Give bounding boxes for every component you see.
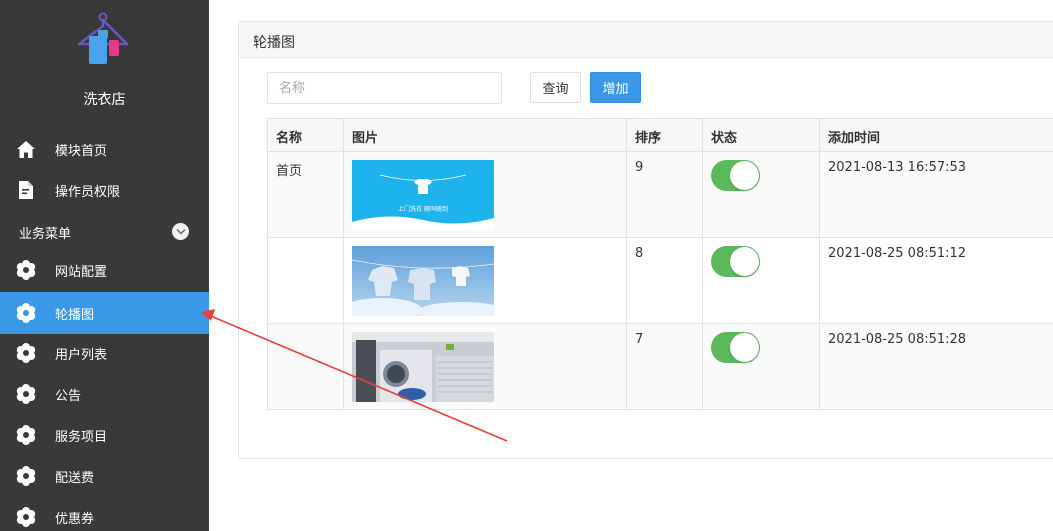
sidebar-item-carousel[interactable]: 轮播图 xyxy=(0,292,209,334)
document-edit-icon xyxy=(16,180,36,200)
cell-sort: 8 xyxy=(626,237,703,324)
gear-icon xyxy=(16,466,36,486)
page-title: 轮播图 xyxy=(253,35,295,51)
sidebar-item-delivery-fee[interactable]: 配送费 xyxy=(0,456,209,496)
gear-icon xyxy=(16,343,36,363)
sidebar-item-user-list[interactable]: 用户列表 xyxy=(0,333,209,373)
cell-added-time: 2021-08-13 16:57:53 xyxy=(819,151,1053,238)
cell-sort: 7 xyxy=(626,323,703,410)
toggle-knob xyxy=(730,161,759,190)
column-header-added-time: 添加时间 xyxy=(819,118,1053,152)
gear-icon xyxy=(16,260,36,280)
sidebar-item-label: 轮播图 xyxy=(55,307,95,323)
cell-name xyxy=(267,237,344,324)
sidebar-group-business-menu[interactable]: 业务菜单 xyxy=(0,216,209,246)
gear-icon xyxy=(16,384,36,404)
cell-image xyxy=(343,323,627,410)
cell-image: 上门洗衣 随叫随到 xyxy=(343,151,627,238)
sidebar-item-announcement[interactable]: 公告 xyxy=(0,374,209,414)
gear-icon xyxy=(16,303,36,323)
status-toggle[interactable] xyxy=(711,332,760,363)
gear-icon xyxy=(16,425,36,445)
sidebar-item-module-home[interactable]: 模块首页 xyxy=(0,129,209,169)
panel-header: 轮播图 xyxy=(239,22,1053,58)
carousel-table: 名称 图片 排序 状态 添加时间 首页 上门洗衣 随叫随到 9 2021-08-… xyxy=(267,118,1053,410)
sidebar: 洗衣店 模块首页 操作员权限 业务菜单 网站配置 轮播图 用户列表 公告 服务项… xyxy=(0,0,209,531)
sidebar-item-label: 模块首页 xyxy=(55,143,108,159)
cell-name xyxy=(267,323,344,410)
cell-image xyxy=(343,237,627,324)
sidebar-item-label: 配送费 xyxy=(55,470,95,486)
table-row[interactable]: 7 2021-08-25 08:51:28 xyxy=(267,323,1053,410)
column-header-status: 状态 xyxy=(702,118,820,152)
sidebar-item-label: 优惠券 xyxy=(55,511,95,527)
home-icon xyxy=(16,139,36,159)
sidebar-item-label: 公告 xyxy=(55,388,82,404)
cell-status xyxy=(702,151,820,238)
add-button[interactable]: 增加 xyxy=(590,72,641,103)
table-row[interactable]: 8 2021-08-25 08:51:12 xyxy=(267,237,1053,324)
column-header-image: 图片 xyxy=(343,118,627,152)
table-header-row: 名称 图片 排序 状态 添加时间 xyxy=(267,118,1053,152)
sidebar-item-label: 服务项目 xyxy=(55,429,108,445)
thumbnail-caption: 上门洗衣 随叫随到 xyxy=(398,205,448,213)
cell-sort: 9 xyxy=(626,151,703,238)
sidebar-group-label: 业务菜单 xyxy=(19,227,72,242)
carousel-thumbnail[interactable] xyxy=(352,332,494,402)
toggle-knob xyxy=(730,333,759,362)
sidebar-item-label: 网站配置 xyxy=(55,264,108,280)
cell-status xyxy=(702,323,820,410)
chevron-down-icon[interactable] xyxy=(172,223,189,240)
cell-added-time: 2021-08-25 08:51:28 xyxy=(819,323,1053,410)
gear-icon xyxy=(16,507,36,527)
sidebar-item-operator-permissions[interactable]: 操作员权限 xyxy=(0,170,209,210)
cell-added-time: 2021-08-25 08:51:12 xyxy=(819,237,1053,324)
sidebar-item-label: 用户列表 xyxy=(55,347,108,363)
search-name-input[interactable] xyxy=(267,72,502,104)
column-header-sort: 排序 xyxy=(626,118,703,152)
status-toggle[interactable] xyxy=(711,246,760,277)
sidebar-item-site-config[interactable]: 网站配置 xyxy=(0,250,209,290)
query-button[interactable]: 查询 xyxy=(530,72,581,103)
status-toggle[interactable] xyxy=(711,160,760,191)
carousel-thumbnail[interactable]: 上门洗衣 随叫随到 xyxy=(352,160,494,230)
carousel-thumbnail[interactable] xyxy=(352,246,494,316)
hanger-logo-icon xyxy=(74,10,134,70)
toggle-knob xyxy=(730,247,759,276)
shop-name: 洗衣店 xyxy=(83,92,126,108)
cell-status xyxy=(702,237,820,324)
cell-name: 首页 xyxy=(267,151,344,238)
sidebar-item-coupons[interactable]: 优惠券 xyxy=(0,497,209,531)
table-row[interactable]: 首页 上门洗衣 随叫随到 9 2021-08-13 16:57:53 xyxy=(267,151,1053,238)
sidebar-item-label: 操作员权限 xyxy=(55,184,121,200)
sidebar-item-services[interactable]: 服务项目 xyxy=(0,415,209,455)
column-header-name: 名称 xyxy=(267,118,344,152)
